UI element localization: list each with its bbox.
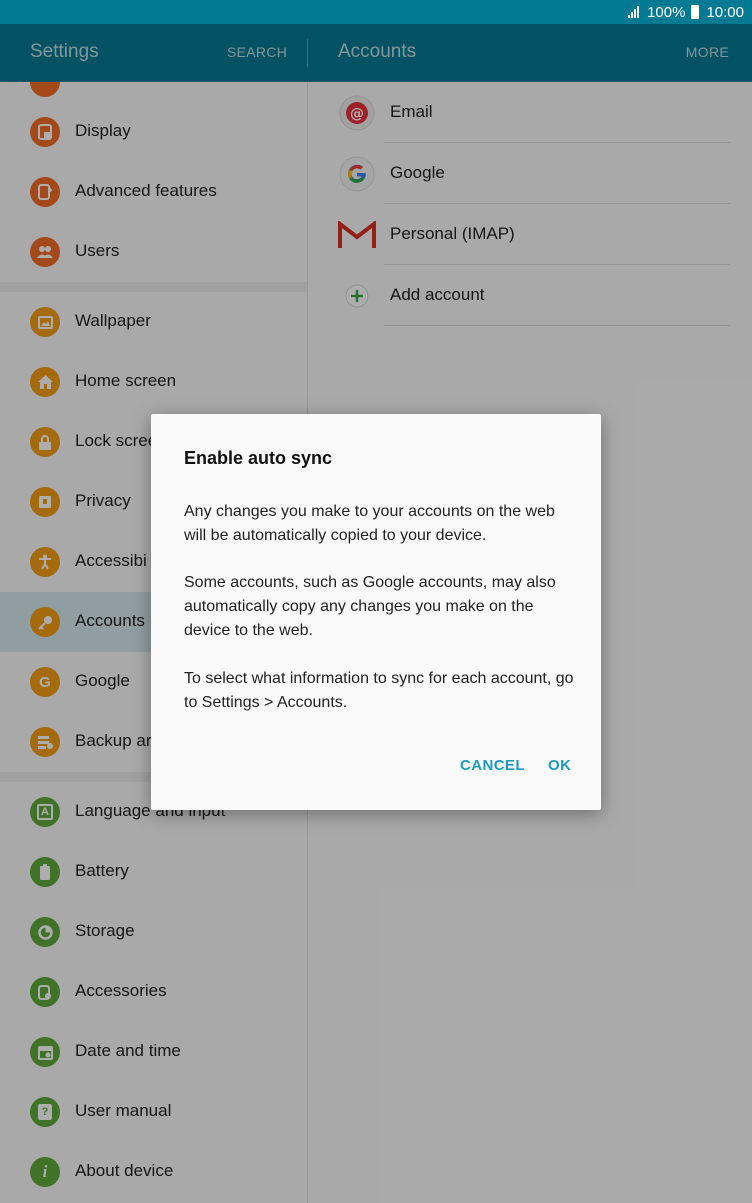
battery-icon [691, 5, 700, 19]
auto-sync-dialog: Enable auto sync Any changes you make to… [151, 414, 601, 810]
ok-button[interactable]: OK [548, 757, 571, 774]
cancel-button[interactable]: CANCEL [460, 757, 525, 774]
clock: 10:00 [706, 3, 744, 21]
dialog-title: Enable auto sync [184, 448, 333, 468]
battery-percent: 100% [647, 3, 686, 21]
signal-icon [628, 6, 640, 18]
dialog-paragraph: Any changes you make to your accounts on… [184, 503, 555, 544]
dialog-paragraph: Some accounts, such as Google accounts, … [184, 574, 556, 639]
dialog-paragraph: To select what information to sync for e… [184, 670, 574, 711]
status-bar: 100% 10:00 [0, 0, 752, 24]
